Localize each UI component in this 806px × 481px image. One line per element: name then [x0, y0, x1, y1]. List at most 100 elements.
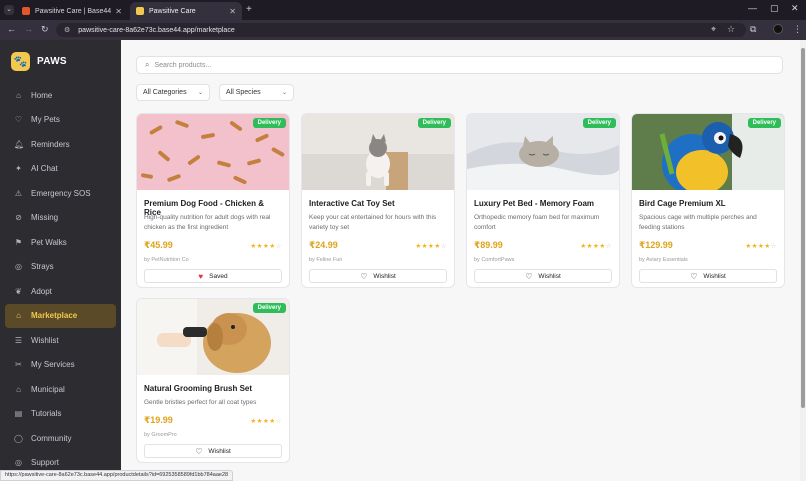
sidebar-item-label: Reminders: [31, 139, 70, 149]
wishlist-button[interactable]: ♡ Wishlist: [639, 269, 777, 283]
back-icon[interactable]: ←: [7, 24, 16, 34]
location-icon[interactable]: ⌖: [711, 24, 716, 35]
sidebar-item-pet-walks[interactable]: ⚑ Pet Walks: [5, 230, 116, 255]
heart-handshake-icon: ❦: [15, 286, 22, 296]
wishlist-button[interactable]: ♡ Wishlist: [144, 444, 282, 458]
new-tab-icon[interactable]: +: [246, 4, 252, 15]
bell-icon: 🔔︎: [14, 139, 25, 149]
species-select[interactable]: All Species ⌄: [219, 84, 294, 101]
sidebar-item-home[interactable]: ⌂ Home: [5, 83, 116, 108]
tab-title: Pawsitive Care | Base44: [35, 7, 112, 15]
url-text: pawsitive-care-8a62e73c.base44.app/marke…: [78, 26, 235, 34]
sidebar-item-missing[interactable]: ⊘ Missing: [5, 206, 116, 231]
minimize-icon[interactable]: —: [748, 3, 757, 13]
product-seller: by GroomPro: [144, 432, 177, 438]
page-scrollbar[interactable]: [800, 40, 806, 481]
product-image-parrot[interactable]: Delivery: [632, 114, 784, 190]
scissors-icon: ✂: [15, 360, 22, 370]
product-seller: by Aviary Essentials: [639, 257, 688, 263]
tab-title: Pawsitive Care: [149, 7, 196, 15]
wishlist-button[interactable]: ♡ Wishlist: [474, 269, 612, 283]
sidebar-item-my-pets[interactable]: ♡ My Pets: [5, 108, 116, 133]
heart-outline-icon: ♡: [525, 271, 533, 281]
product-description: Gentle bristles perfect for all coat typ…: [144, 399, 257, 406]
sidebar-item-label: Community: [31, 433, 72, 443]
product-card[interactable]: Delivery Natural Grooming Brush Set Gent…: [136, 298, 290, 463]
sidebar-item-wishlist[interactable]: ☰ Wishlist: [5, 328, 116, 353]
app-logo[interactable]: 🐾 PAWS: [11, 52, 67, 71]
product-image-grooming[interactable]: Delivery: [137, 299, 289, 375]
product-image-dog-treats[interactable]: Delivery: [137, 114, 289, 190]
browser-tab-pawsitive[interactable]: Pawsitive Care ✕: [130, 2, 242, 20]
delivery-badge: Delivery: [747, 118, 781, 128]
product-seller: by PetNutrition Co: [144, 257, 189, 263]
rating-stars: ★★★★☆: [250, 417, 282, 425]
product-price: ₹89.99: [474, 240, 503, 250]
product-price: ₹129.99: [639, 240, 673, 250]
category-select[interactable]: All Categories ⌄: [136, 84, 210, 101]
sidebar-item-community[interactable]: ◯ Community: [5, 426, 116, 451]
button-label: Wishlist: [703, 272, 726, 280]
product-price: ₹24.99: [309, 240, 338, 250]
search-circle-icon: ⊘: [15, 213, 22, 223]
bookmark-star-icon[interactable]: ☆: [727, 24, 735, 35]
product-description: Orthopedic memory foam bed for maximum c…: [474, 214, 600, 231]
scrollbar-thumb[interactable]: [801, 48, 805, 408]
product-title[interactable]: Premium Dog Food - Chicken & Rice: [144, 199, 282, 217]
close-tab-icon[interactable]: ✕: [115, 7, 122, 16]
product-image-pet-bed[interactable]: Delivery: [467, 114, 619, 190]
tab-list-button[interactable]: ⌄: [4, 5, 14, 15]
search-input[interactable]: ⌕ Search products...: [136, 56, 783, 74]
product-card[interactable]: Delivery Interactive Cat Toy Set Keep yo…: [301, 113, 455, 288]
button-label: Wishlist: [208, 447, 231, 455]
paw-logo-icon: 🐾: [11, 52, 30, 71]
product-title[interactable]: Interactive Cat Toy Set: [309, 199, 447, 213]
product-title[interactable]: Natural Grooming Brush Set: [144, 384, 282, 398]
url-field[interactable]: ⚙ pawsitive-care-8a62e73c.base44.app/mar…: [56, 23, 746, 37]
product-card[interactable]: Delivery Premium Dog Food - Chicken & Ri…: [136, 113, 290, 288]
site-info-icon[interactable]: ⚙: [64, 26, 70, 34]
product-description: Spacious cage with multiple perches and …: [639, 214, 757, 231]
reload-icon[interactable]: ↻: [41, 24, 49, 35]
wishlist-button[interactable]: ♡ Wishlist: [309, 269, 447, 283]
product-image-cat[interactable]: Delivery: [302, 114, 454, 190]
sidebar-item-tutorials[interactable]: ▤ Tutorials: [5, 402, 116, 427]
extensions-icon[interactable]: ⧉: [750, 24, 756, 35]
product-card[interactable]: Delivery Bird Cage Premium XL Spacious c…: [631, 113, 785, 288]
product-card[interactable]: Delivery Luxury Pet Bed - Memory Foam Or…: [466, 113, 620, 288]
sidebar-item-reminders[interactable]: 🔔︎ Reminders: [5, 132, 116, 157]
sidebar-item-label: Strays: [31, 262, 54, 272]
product-description: Keep your cat entertained for hours with…: [309, 214, 437, 231]
button-label: Wishlist: [538, 272, 561, 280]
sidebar-item-emergency-sos[interactable]: ⚠ Emergency SOS: [5, 181, 116, 206]
close-window-icon[interactable]: ✕: [791, 3, 799, 14]
sidebar-item-ai-chat[interactable]: ✦ AI Chat: [5, 157, 116, 182]
sidebar-item-label: Missing: [31, 213, 59, 223]
sidebar-item-marketplace[interactable]: ⌂ Marketplace: [5, 303, 116, 328]
sidebar-item-label: My Services: [31, 360, 75, 370]
location-pin-icon: ◎: [15, 262, 22, 272]
product-seller: by ComfortPaws: [474, 257, 515, 263]
product-title[interactable]: Luxury Pet Bed - Memory Foam: [474, 199, 612, 213]
sidebar-item-my-services[interactable]: ✂ My Services: [5, 353, 116, 378]
maximize-icon[interactable]: ▢: [770, 3, 779, 14]
menu-dots-icon[interactable]: ⋮: [793, 24, 802, 35]
heart-outline-icon: ♡: [195, 446, 203, 456]
sidebar-item-label: Tutorials: [31, 409, 62, 419]
saved-button[interactable]: ♥ Saved: [144, 269, 282, 283]
profile-avatar[interactable]: [773, 24, 783, 34]
sidebar-nav: ⌂ Home ♡ My Pets 🔔︎ Reminders ✦ AI Chat ⚠ Eme…: [5, 83, 116, 475]
close-tab-icon[interactable]: ✕: [229, 7, 236, 16]
product-title[interactable]: Bird Cage Premium XL: [639, 199, 777, 213]
building-icon: ⌂: [16, 384, 21, 394]
browser-tab-base44[interactable]: Pawsitive Care | Base44 ✕: [16, 2, 128, 20]
sidebar-item-municipal[interactable]: ⌂ Municipal: [5, 377, 116, 402]
sidebar-item-label: My Pets: [31, 115, 60, 125]
product-description: High-quality nutrition for adult dogs wi…: [144, 214, 271, 231]
delivery-badge: Delivery: [252, 118, 286, 128]
forward-icon[interactable]: →: [24, 24, 33, 34]
app-root: 🐾 PAWS ⌂ Home ♡ My Pets 🔔︎ Reminders ✦ AI Ch…: [0, 40, 806, 481]
sidebar-item-adopt[interactable]: ❦ Adopt: [5, 279, 116, 304]
sidebar-item-strays[interactable]: ◎ Strays: [5, 255, 116, 280]
chat-icon: ◯: [14, 433, 23, 443]
